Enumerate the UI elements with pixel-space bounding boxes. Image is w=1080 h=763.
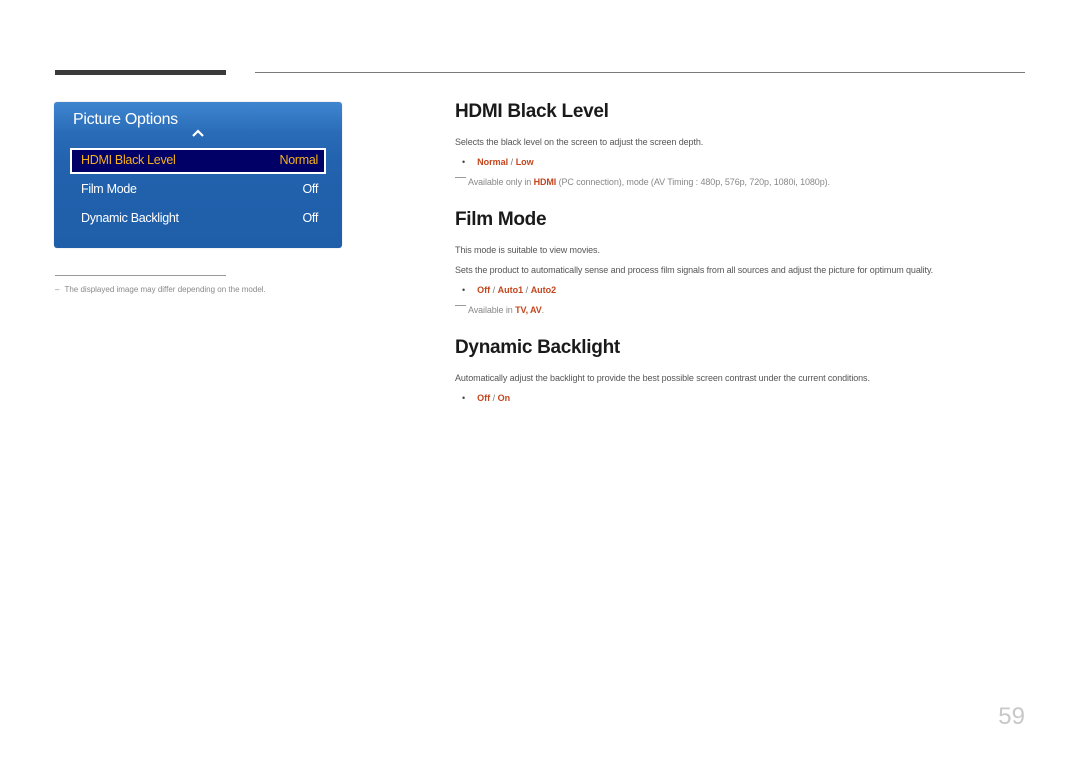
bullet-icon: • bbox=[462, 393, 466, 403]
note-highlight-av: AV bbox=[530, 305, 542, 315]
menu-item-dynamic-backlight[interactable]: Dynamic Backlight Off bbox=[70, 206, 326, 232]
section-title-film-mode: Film Mode bbox=[455, 209, 547, 230]
option-separator: / bbox=[490, 393, 498, 403]
footnote-divider bbox=[55, 275, 226, 276]
backlight-options: • Off / On bbox=[462, 393, 510, 403]
note-icon bbox=[455, 305, 466, 306]
header-rule-thin bbox=[255, 72, 1025, 73]
option-low: Low bbox=[515, 157, 534, 167]
hdmi-description: Selects the black level on the screen to… bbox=[455, 137, 704, 147]
menu-item-label: Film Mode bbox=[81, 182, 137, 196]
option-on: On bbox=[497, 393, 511, 403]
menu-item-label: HDMI Black Level bbox=[81, 153, 176, 167]
bullet-icon: • bbox=[462, 285, 466, 295]
note-icon bbox=[455, 177, 466, 178]
note-text: . bbox=[541, 305, 545, 315]
header-rule-thick bbox=[55, 70, 226, 75]
note-text: (PC connection), mode (AV Timing : 480p,… bbox=[556, 177, 830, 187]
bullet-icon: • bbox=[462, 157, 466, 167]
menu-item-value: Normal bbox=[279, 153, 319, 167]
hdmi-options: • Normal / Low bbox=[462, 157, 534, 167]
option-separator: / bbox=[508, 157, 516, 167]
note-highlight-hdmi: HDMI bbox=[533, 177, 557, 187]
option-auto1: Auto1 bbox=[497, 285, 524, 295]
chevron-up-icon[interactable] bbox=[191, 128, 205, 138]
note-text: Available in bbox=[468, 305, 516, 315]
footnote-text: The displayed image may differ depending… bbox=[64, 285, 266, 294]
footnote: – The displayed image may differ dependin… bbox=[55, 285, 266, 294]
option-separator: / bbox=[490, 285, 498, 295]
menu-item-label: Dynamic Backlight bbox=[81, 211, 179, 225]
note-highlight-tv: TV bbox=[515, 305, 526, 315]
option-separator: / bbox=[523, 285, 531, 295]
menu-item-hdmi-black-level[interactable]: HDMI Black Level Normal bbox=[70, 148, 326, 174]
film-note: Available in TV, AV. bbox=[455, 305, 544, 315]
film-description-2: Sets the product to automatically sense … bbox=[455, 265, 934, 275]
hdmi-note: Available only in HDMI (PC connection), … bbox=[455, 177, 830, 187]
menu-item-value: Off bbox=[302, 211, 318, 225]
menu-item-film-mode[interactable]: Film Mode Off bbox=[70, 177, 326, 203]
film-options: • Off / Auto1 / Auto2 bbox=[462, 285, 556, 295]
option-auto2: Auto2 bbox=[530, 285, 557, 295]
option-off: Off bbox=[477, 393, 491, 403]
footnote-dash: – bbox=[55, 285, 60, 294]
picture-options-menu: Picture Options HDMI Black Level Normal … bbox=[54, 102, 342, 248]
menu-item-value: Off bbox=[302, 182, 318, 196]
note-text: Available only in bbox=[468, 177, 534, 187]
section-title-dynamic-backlight: Dynamic Backlight bbox=[455, 337, 620, 358]
film-description-1: This mode is suitable to view movies. bbox=[455, 245, 600, 255]
option-normal: Normal bbox=[477, 157, 509, 167]
backlight-description: Automatically adjust the backlight to pr… bbox=[455, 373, 870, 383]
section-title-hdmi-black-level: HDMI Black Level bbox=[455, 101, 609, 122]
page-number: 59 bbox=[998, 703, 1025, 730]
option-off: Off bbox=[477, 285, 491, 295]
menu-title: Picture Options bbox=[73, 111, 178, 128]
